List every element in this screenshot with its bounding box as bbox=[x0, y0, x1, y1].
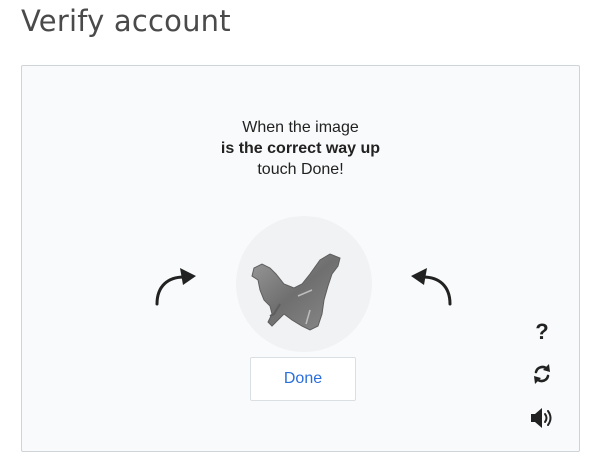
captcha-challenge-panel: When the image is the correct way up tou… bbox=[21, 65, 580, 452]
instruction-line-3: touch Done! bbox=[257, 161, 344, 178]
refresh-icon bbox=[534, 364, 550, 384]
refresh-button[interactable] bbox=[528, 360, 556, 388]
instruction-line-2: is the correct way up bbox=[220, 140, 381, 157]
done-button[interactable]: Done bbox=[250, 357, 356, 401]
page-title: Verify account bbox=[21, 4, 231, 38]
rotate-right-button[interactable] bbox=[407, 264, 455, 308]
speaker-icon bbox=[531, 408, 552, 428]
captcha-instructions: When the image is the correct way up tou… bbox=[22, 117, 579, 180]
question-mark-icon: ? bbox=[535, 319, 549, 344]
curved-arrow-left-icon bbox=[155, 268, 196, 306]
help-button[interactable]: ? bbox=[528, 318, 556, 346]
rotate-left-button[interactable] bbox=[152, 264, 200, 308]
instruction-line-1: When the image bbox=[242, 119, 359, 136]
curved-arrow-right-icon bbox=[411, 268, 452, 306]
rotated-animal-image bbox=[251, 253, 341, 331]
audio-button[interactable] bbox=[528, 404, 556, 432]
